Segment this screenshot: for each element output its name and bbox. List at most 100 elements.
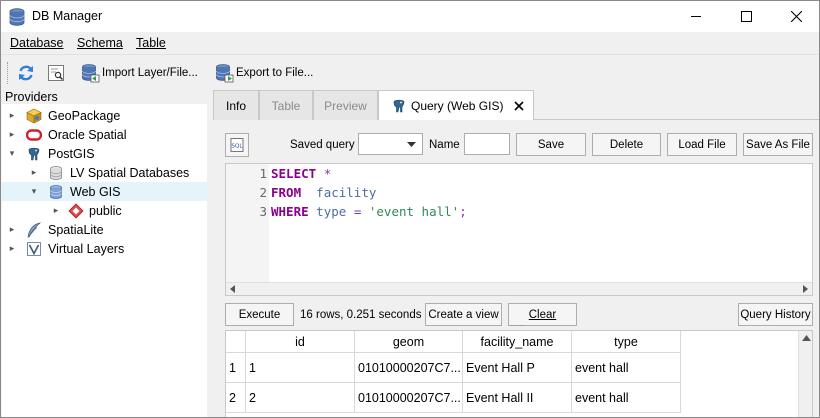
tree-label: public (89, 203, 122, 218)
results-vertical-scrollbar[interactable] (798, 331, 812, 417)
sql-identifier: facility (316, 185, 377, 200)
toolbar: Import Layer/File... Export to File... (1, 54, 819, 90)
tree-item-postgis[interactable]: ▾ PostGIS (2, 144, 207, 163)
execute-button[interactable]: Execute (225, 303, 294, 326)
tab-query[interactable]: Query (Web GIS) (378, 90, 534, 121)
table-cell[interactable]: event hall (572, 353, 681, 383)
postgis-elephant-icon (393, 99, 405, 113)
tree-label: PostGIS (48, 146, 95, 161)
table-cell[interactable]: Event Hall II (463, 383, 572, 413)
db-manager-window: DB Manager Database Schema Table Import … (0, 0, 820, 418)
maximize-button[interactable] (723, 1, 769, 32)
tree-item-virtual-layers[interactable]: ▸ Virtual Layers (2, 239, 207, 258)
column-header-type[interactable]: type (572, 331, 681, 353)
sql-keyword: WHERE (271, 204, 309, 219)
column-header-geom[interactable]: geom (355, 331, 463, 353)
table-cell[interactable]: Event Hall P (463, 353, 572, 383)
menu-schema[interactable]: Schema (77, 36, 123, 50)
tree-label: LV Spatial Databases (70, 165, 190, 180)
tab-info[interactable]: Info (213, 90, 259, 120)
minimize-button[interactable] (673, 1, 719, 32)
expand-arrow-icon[interactable]: ▸ (51, 205, 61, 216)
title-bar: DB Manager (1, 1, 819, 32)
tree-item-public[interactable]: ▸ public (2, 201, 207, 220)
expand-arrow-icon[interactable]: ▸ (29, 167, 39, 178)
sql-file-button[interactable]: SQL (225, 133, 249, 157)
minimize-icon (690, 16, 701, 17)
column-header-facility-name[interactable]: facility_name (463, 331, 572, 353)
menu-table-label: Table (136, 36, 166, 50)
collapse-arrow-icon[interactable]: ▾ (7, 148, 17, 159)
sql-keyword: FROM (271, 185, 302, 200)
tab-preview[interactable]: Preview (313, 90, 378, 120)
tab-table[interactable]: Table (259, 90, 313, 120)
expand-arrow-icon[interactable]: ▸ (7, 129, 17, 140)
sql-line-3: WHERE type = 'event hall'; (271, 204, 467, 219)
results-table[interactable]: id geom facility_name type 1 1 010100002… (225, 330, 813, 417)
clear-button[interactable]: Clear (508, 303, 577, 326)
tree-item-spatialite[interactable]: ▸ SpatiaLite (2, 220, 207, 239)
sql-editor[interactable]: 1 2 3 SELECT * FROM facility WHERE type … (225, 163, 813, 296)
close-tab-icon[interactable] (513, 100, 525, 112)
load-file-button[interactable]: Load File (667, 133, 737, 156)
tree-item-oracle-spatial[interactable]: ▸ Oracle Spatial (2, 125, 207, 144)
line-number: 1 (259, 166, 267, 181)
refresh-icon (19, 65, 33, 81)
collapse-arrow-icon[interactable]: ▾ (29, 186, 39, 197)
expand-arrow-icon[interactable]: ▸ (7, 243, 17, 254)
expand-arrow-icon[interactable]: ▸ (7, 224, 17, 235)
menu-table[interactable]: Table (136, 36, 166, 50)
saved-query-select[interactable] (358, 133, 423, 155)
column-header-id[interactable]: id (246, 331, 355, 353)
table-cell[interactable]: 2 (246, 383, 355, 413)
tree-label: Web GIS (70, 184, 121, 199)
line-number: 2 (259, 185, 267, 200)
sql-keyword: SELECT (271, 166, 317, 181)
save-as-file-button[interactable]: Save As File (743, 133, 813, 156)
row-number: 1 (229, 360, 236, 375)
sql-window-icon (48, 65, 64, 81)
refresh-button[interactable] (16, 60, 36, 86)
menu-bar: Database Schema Table (1, 32, 819, 54)
load-file-label: Load File (678, 138, 726, 151)
tree-item-lv-spatial-databases[interactable]: ▸ LV Spatial Databases (2, 163, 207, 182)
scroll-up-icon[interactable] (802, 335, 811, 341)
cell-value: 01010000207C7... (358, 360, 461, 375)
tree-label: Oracle Spatial (48, 127, 127, 142)
table-cell[interactable]: 01010000207C7... (355, 383, 463, 413)
tab-query-label: Query (Web GIS) (411, 99, 504, 113)
delete-query-button[interactable]: Delete (592, 133, 661, 156)
close-button[interactable] (773, 1, 819, 32)
save-query-button[interactable]: Save (516, 133, 586, 156)
expand-arrow-icon[interactable]: ▸ (7, 110, 17, 121)
row-header[interactable]: 2 (226, 383, 246, 413)
query-history-button[interactable]: Query History (738, 303, 813, 326)
scroll-left-icon[interactable] (229, 285, 237, 293)
results-splitter-grip[interactable] (511, 325, 525, 327)
tree-item-geopackage[interactable]: ▸ GeoPackage (2, 106, 207, 125)
corner-header[interactable] (226, 331, 246, 353)
create-view-button[interactable]: Create a view (425, 303, 502, 326)
sql-line-2: FROM facility (271, 185, 376, 200)
table-cell[interactable]: 1 (246, 353, 355, 383)
menu-database[interactable]: Database (10, 36, 64, 50)
scroll-right-icon[interactable] (801, 285, 809, 293)
tree-item-web-gis[interactable]: ▾ Web GIS (2, 182, 207, 201)
table-cell[interactable]: 01010000207C7... (355, 353, 463, 383)
delete-query-label: Delete (609, 138, 644, 151)
menu-database-label: Database (10, 36, 64, 50)
info-button[interactable] (46, 60, 66, 86)
query-name-field[interactable] (464, 133, 510, 155)
cell-value: event hall (575, 390, 629, 405)
toolbar-grip[interactable] (7, 62, 10, 84)
table-cell[interactable]: event hall (572, 383, 681, 413)
saved-query-label: Saved query (290, 139, 355, 151)
import-layer-button[interactable]: Import Layer/File... (80, 60, 198, 86)
row-header[interactable]: 1 (226, 353, 246, 383)
svg-text:SQL: SQL (232, 144, 244, 150)
editor-horizontal-scrollbar[interactable] (226, 282, 812, 295)
tab-table-label: Table (271, 98, 301, 113)
providers-tree: ▸ GeoPackage ▸ Oracle Spatial ▾ PostGIS … (2, 104, 207, 417)
window-title: DB Manager (32, 9, 103, 23)
export-file-button[interactable]: Export to File... (214, 60, 313, 86)
